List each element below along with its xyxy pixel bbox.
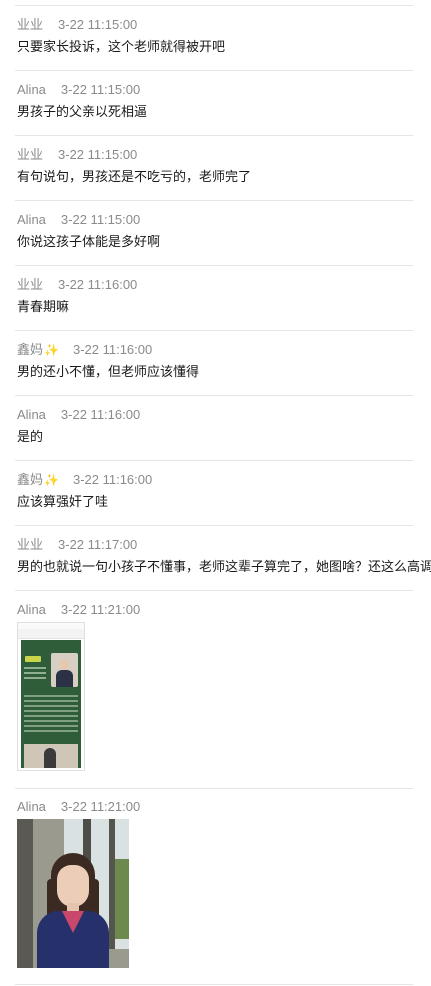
comment-meta: Alina 3-22 11:21:00 bbox=[17, 799, 140, 815]
divider bbox=[15, 330, 413, 331]
photo-trees bbox=[113, 859, 129, 939]
comment-author[interactable]: 鑫妈 bbox=[17, 472, 43, 488]
comment-text: 应该算强奸了哇 bbox=[17, 494, 109, 509]
comment-text: 有句说句，男孩还是不吃亏的，老师完了 bbox=[17, 169, 252, 184]
comment-time: 3-22 11:16:00 bbox=[60, 407, 141, 422]
divider bbox=[15, 395, 413, 396]
thumbnail-badge bbox=[25, 656, 41, 662]
comment-text: 男的也就说一句小孩子不懂事，老师这辈子算完了，她图啥？还这么高调 bbox=[17, 559, 431, 574]
comment-meta: 鑫妈✨ 3-22 11:16:00 bbox=[17, 342, 152, 358]
comment-meta: Alina 3-22 11:16:00 bbox=[17, 407, 140, 423]
comment-time: 3-22 11:21:00 bbox=[60, 799, 141, 814]
comment-author[interactable]: 业业 bbox=[17, 17, 43, 33]
divider bbox=[15, 460, 413, 461]
photo-person-face bbox=[57, 865, 89, 907]
shared-screenshot-thumbnail[interactable] bbox=[17, 622, 85, 771]
comment-author[interactable]: Alina bbox=[17, 82, 46, 98]
comment-time: 3-22 11:16:00 bbox=[58, 277, 138, 292]
comment-author[interactable]: Alina bbox=[17, 407, 46, 423]
comment-time: 3-22 11:15:00 bbox=[58, 147, 138, 162]
comment-text: 男孩子的父亲以死相逼 bbox=[17, 104, 148, 119]
thumbnail-portrait-shirt bbox=[56, 670, 73, 687]
thumbnail-body-lines bbox=[24, 695, 78, 735]
comment-author[interactable]: Alina bbox=[17, 602, 46, 618]
comment-time: 3-22 11:15:00 bbox=[60, 212, 141, 227]
comment-time: 3-22 11:15:00 bbox=[58, 17, 138, 32]
divider bbox=[15, 70, 413, 71]
divider bbox=[15, 984, 413, 985]
divider bbox=[15, 590, 413, 591]
comment-meta: Alina 3-22 11:21:00 bbox=[17, 602, 140, 618]
thumbnail-bottom-person bbox=[44, 748, 56, 768]
comment-meta: 业业 3-22 11:15:00 bbox=[17, 147, 137, 163]
comment-text: 只要家长投诉，这个老师就得被开吧 bbox=[17, 39, 226, 54]
comment-text: 是的 bbox=[17, 429, 44, 444]
comment-author[interactable]: Alina bbox=[17, 799, 46, 815]
divider bbox=[15, 200, 413, 201]
photo-frame-right bbox=[109, 819, 115, 949]
comment-text: 你说这孩子体能是多好啊 bbox=[17, 234, 161, 249]
divider bbox=[15, 525, 413, 526]
comment-author[interactable]: 业业 bbox=[17, 277, 43, 293]
thumbnail-portrait bbox=[51, 653, 78, 687]
comment-meta: 鑫妈✨ 3-22 11:16:00 bbox=[17, 472, 152, 488]
comment-meta: 业业 3-22 11:17:00 bbox=[17, 537, 137, 553]
comment-time: 3-22 11:16:00 bbox=[72, 472, 153, 487]
comment-text: 青春期嘛 bbox=[17, 299, 70, 314]
divider bbox=[15, 135, 413, 136]
divider bbox=[15, 265, 413, 266]
sparkle-emoji: ✨ bbox=[44, 473, 59, 487]
comment-author[interactable]: Alina bbox=[17, 212, 46, 228]
comment-time: 3-22 11:15:00 bbox=[60, 82, 141, 97]
comment-meta: Alina 3-22 11:15:00 bbox=[17, 82, 140, 98]
divider bbox=[15, 788, 413, 789]
comment-author[interactable]: 业业 bbox=[17, 537, 43, 553]
thumbnail-portrait-face bbox=[60, 659, 69, 670]
thumbnail-title-bar bbox=[18, 629, 84, 639]
comment-meta: 业业 3-22 11:15:00 bbox=[17, 17, 137, 33]
comment-author[interactable]: 鑫妈 bbox=[17, 342, 43, 358]
comment-text: 男的还小不懂，但老师应该懂得 bbox=[17, 364, 200, 379]
photo-frame-left bbox=[17, 819, 33, 968]
comment-time: 3-22 11:21:00 bbox=[60, 602, 141, 617]
thumbnail-bottom-photo bbox=[24, 744, 78, 768]
divider bbox=[15, 5, 413, 6]
comment-author[interactable]: 业业 bbox=[17, 147, 43, 163]
sparkle-emoji: ✨ bbox=[44, 343, 59, 357]
comment-time: 3-22 11:17:00 bbox=[58, 537, 138, 552]
comment-meta: Alina 3-22 11:15:00 bbox=[17, 212, 140, 228]
comment-time: 3-22 11:16:00 bbox=[72, 342, 153, 357]
shared-photo-thumbnail[interactable] bbox=[17, 819, 129, 968]
comment-meta: 业业 3-22 11:16:00 bbox=[17, 277, 137, 293]
thumbnail-heading-lines bbox=[24, 667, 46, 682]
